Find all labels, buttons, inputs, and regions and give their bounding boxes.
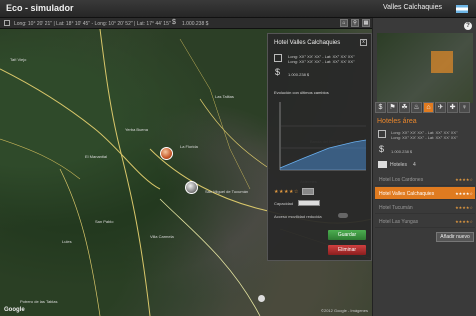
location-line: Long: XX° XX' XX" - Lat: XX° XX' XX" <box>288 59 355 64</box>
map-label: Lules <box>62 239 72 244</box>
map-label: Yerba Buena <box>125 127 148 132</box>
flag-icon <box>456 5 468 13</box>
save-button[interactable]: Guardar <box>328 230 366 240</box>
dollar-icon: $ <box>275 67 281 77</box>
help-icon[interactable]: ? <box>464 22 472 30</box>
hotel-category-button[interactable]: ⌂ <box>423 102 434 113</box>
location-marker-icon[interactable] <box>258 295 265 302</box>
category-toolbar: $ ⚑ ☘ ♨ ⌂ ✈ ✚ ♀ <box>375 102 475 114</box>
map-label: El Manantial <box>85 154 108 159</box>
map-label: San Pablo <box>95 219 114 224</box>
map-label: San Miguel de Tucumán <box>205 189 249 194</box>
accessibility-toggle[interactable] <box>338 213 348 218</box>
popup-money: 1.000.238 $ <box>288 72 310 77</box>
minimap-viewport[interactable] <box>431 51 453 73</box>
flag-category-button[interactable]: ⚑ <box>387 102 398 113</box>
crop-icon <box>274 54 282 62</box>
section-title: Hoteles área <box>377 118 417 125</box>
hotel-name: Hotel Los Cardones <box>379 177 424 183</box>
hotel-stars: ★★★★☆ <box>455 177 473 182</box>
area-money: 1.000.238 $ <box>391 149 413 154</box>
hotel-list-item[interactable]: Hotel Las Yungas ★★★★☆ <box>375 215 475 228</box>
dollar-icon: $ <box>379 144 385 154</box>
area-location: Long: XX° XX' XX" - Lat: XX° XX' XX" Lon… <box>391 130 458 140</box>
map-label: La Florida <box>180 144 198 149</box>
location-line: Long: XX° XX' XX" - Lat: XX° XX' XX" <box>391 135 458 140</box>
hotel-tool-button[interactable]: ⌂ <box>340 19 348 27</box>
capacity-input[interactable] <box>298 200 320 206</box>
hotel-list-item[interactable]: Hotel Tucumán ★★★★☆ <box>375 201 475 214</box>
coordinates-readout: Long: 10° 20' 21" | Lat: 18° 10' 45" - L… <box>14 21 171 27</box>
region-name: Valles Calchaquies <box>382 4 442 11</box>
popup-location: Long: XX° XX' XX" - Lat: XX° XX' XX" Lon… <box>288 54 355 64</box>
layers-tool-button[interactable]: ▦ <box>362 19 370 27</box>
hotel-list: Hotel Los Cardones ★★★★☆ Hotel Valles Ca… <box>375 173 475 229</box>
rating-stars[interactable]: ★★★★☆ <box>274 189 299 195</box>
coordinates-bar: Long: 10° 20' 21" | Lat: 18° 10' 45" - L… <box>0 18 372 29</box>
hotel-stars: ★★★★☆ <box>455 219 473 224</box>
budget-category-button[interactable]: $ <box>375 102 386 113</box>
delete-button[interactable]: Eliminar <box>328 245 366 255</box>
evolution-chart <box>279 102 367 171</box>
map-label: Tafí Viejo <box>10 57 27 62</box>
app-title: Eco - simulador <box>6 3 74 13</box>
dollar-icon: $ <box>172 19 176 26</box>
crop-icon <box>4 20 10 26</box>
hotel-stars: ★★★★☆ <box>455 205 473 210</box>
map-label: Las Talitas <box>215 94 234 99</box>
map-copyright: ©2012 Google - Imágenes <box>321 308 368 313</box>
hotel-icon <box>378 161 387 168</box>
map-label: Villa Carmela <box>150 234 174 239</box>
minimap[interactable] <box>377 33 473 103</box>
transport-category-button[interactable]: ✈ <box>435 102 446 113</box>
popup-title: Hotel Valles Calchaquies <box>274 40 341 46</box>
accessibility-label: Acceso movilidad reducida <box>274 214 322 219</box>
side-panel: ? $ ⚑ ☘ ♨ ⌂ ✈ ✚ ♀ Hoteles área Long: XX°… <box>372 18 476 316</box>
add-hotel-button[interactable]: Añadir nuevo <box>436 232 474 242</box>
nature-category-button[interactable]: ☘ <box>399 102 410 113</box>
people-category-button[interactable]: ♀ <box>459 102 470 113</box>
spa-category-button[interactable]: ♨ <box>411 102 422 113</box>
close-icon[interactable]: x <box>360 39 367 46</box>
hotels-count: 4 <box>413 162 416 168</box>
title-bar: Eco - simulador Valles Calchaquies <box>0 0 476 18</box>
hotel-name: Hotel Las Yungas <box>379 219 419 225</box>
search-tool-button[interactable]: ⚲ <box>351 19 359 27</box>
chart-title: Evolución con últimos cambios <box>274 90 329 95</box>
health-category-button[interactable]: ✚ <box>447 102 458 113</box>
hotel-name: Hotel Valles Calchaquies <box>379 191 435 197</box>
budget-readout: 1.000.238 $ <box>182 21 209 27</box>
google-logo: Google <box>4 307 25 313</box>
hotel-list-item-selected[interactable]: Hotel Valles Calchaquies ★★★★☆ <box>375 187 475 200</box>
hotel-list-item[interactable]: Hotel Los Cardones ★★★★☆ <box>375 173 475 186</box>
map-label: Potrero de las Tablas <box>20 299 58 304</box>
hotels-label: Hoteles <box>390 162 407 168</box>
hotel-pin-selected[interactable] <box>160 147 173 160</box>
bed-icon <box>302 188 314 195</box>
hotel-stars: ★★★★☆ <box>455 191 473 196</box>
capacity-label: Capacidad <box>274 201 294 206</box>
hotel-pin[interactable] <box>185 181 198 194</box>
hotel-detail-popup: Hotel Valles Calchaquies x Long: XX° XX'… <box>267 33 372 261</box>
crop-icon <box>378 130 386 138</box>
hotel-name: Hotel Tucumán <box>379 205 413 211</box>
chart-area <box>280 140 366 170</box>
